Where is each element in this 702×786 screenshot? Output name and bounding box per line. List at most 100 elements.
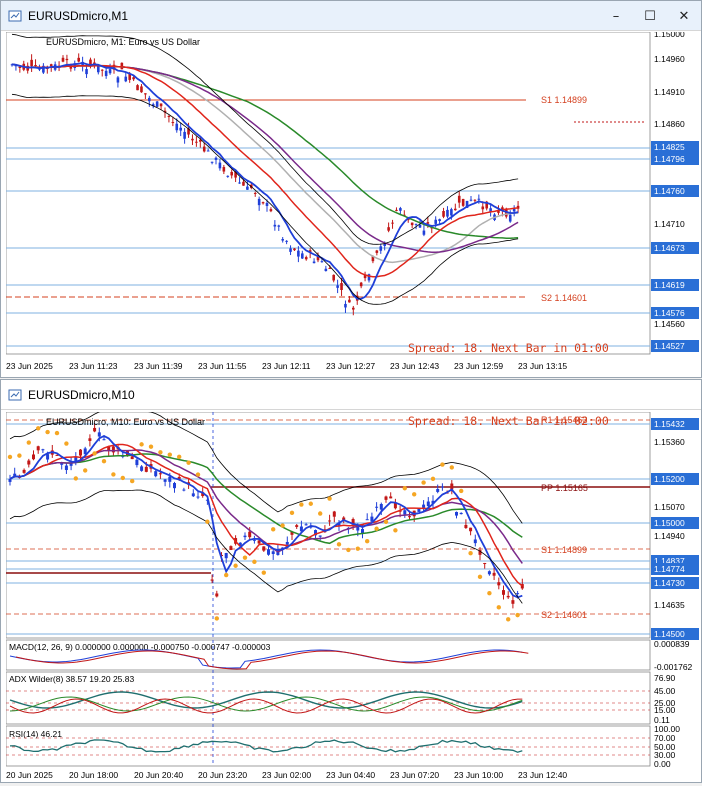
chart-symbol-label: EURUSDmicro, M10: Euro vs US Dollar (46, 417, 205, 427)
candle-body (304, 257, 308, 260)
time-axis-label: 23 Jun 12:43 (390, 361, 439, 371)
price-chart-m10[interactable]: 1.15432 1.15360 1.15200 1.15070 1.15000 1.149… (5, 409, 700, 782)
price-chart-m1[interactable]: 1.15000 1.14960 1.14910 1.14860 1.14825 1.147… (5, 29, 700, 376)
pp-label: PP 1.15165 (541, 483, 588, 493)
candle-body (387, 227, 390, 231)
title-bar[interactable]: EURUSDmicro,M1 – ☐ ✕ (1, 1, 701, 31)
candle-body (144, 466, 148, 472)
candle-body (438, 219, 441, 221)
psar-dot (271, 527, 276, 532)
candle-body (85, 69, 88, 75)
candle-body (65, 58, 69, 61)
psar-dot (327, 496, 332, 501)
psar-dot (83, 468, 88, 473)
chart-canvas-m10[interactable]: 1.15432 1.15360 1.15200 1.15070 1.15000 1.149… (5, 409, 700, 782)
psar-dot (148, 444, 154, 449)
candle-body (41, 449, 45, 451)
candle-body (483, 563, 487, 565)
candle-body (261, 202, 265, 204)
candle-body (269, 209, 273, 212)
candle-body (379, 246, 383, 251)
window-title: EURUSDmicro,M10 (28, 387, 135, 402)
candle-body (312, 261, 316, 264)
candle-body (454, 208, 457, 211)
adx-axis-label: 76.90 (654, 673, 676, 683)
candle-body (265, 202, 269, 207)
s1-label: S1 1.14899 (541, 95, 587, 105)
candle-body (183, 131, 186, 139)
psar-dot (177, 454, 182, 460)
chart-icon (8, 389, 22, 400)
candle-body (32, 454, 35, 460)
candle-body (417, 508, 421, 512)
candle-body (434, 219, 437, 224)
candle-body (285, 240, 288, 242)
candle-body (196, 496, 200, 498)
psar-dot (412, 492, 417, 497)
candle-body (426, 501, 430, 507)
psar-dot (496, 605, 501, 610)
candle-body (344, 303, 347, 308)
price-axis-label: 1.14710 (654, 219, 685, 229)
chart-window-m10[interactable]: EURUSDmicro,M10 1.15432 1.15360 1.15200 1.1… (0, 379, 702, 783)
psar-dot (111, 472, 116, 477)
candle-body (155, 101, 159, 107)
time-axis-label: 23 Jun 02:00 (262, 770, 311, 780)
psar-dot (374, 526, 379, 531)
time-axis-label: 23 Jun 12:40 (518, 770, 567, 780)
price-axis-label: 1.14730 (654, 578, 685, 588)
candle-body (179, 127, 182, 131)
psar-dot (440, 462, 445, 467)
candle-body (248, 531, 252, 538)
candle-body (277, 225, 281, 227)
candle-body (210, 161, 214, 163)
title-bar[interactable]: EURUSDmicro,M10 (1, 380, 701, 410)
candle-body (182, 489, 186, 491)
candle-body (148, 97, 151, 102)
time-axis-label: 23 Jun 07:20 (390, 770, 439, 780)
chart-canvas-m1[interactable]: 1.15000 1.14960 1.14910 1.14860 1.14825 1.147… (5, 29, 700, 376)
candle-body (348, 299, 351, 303)
psar-dot (54, 430, 60, 436)
candle-body (328, 520, 332, 522)
time-axis-label: 23 Jun 2025 (6, 361, 53, 371)
psar-dot (336, 542, 342, 547)
candle-body (210, 579, 214, 581)
candle-body (395, 209, 398, 211)
price-axis-label: 1.15360 (654, 437, 685, 447)
psar-dot (252, 559, 257, 565)
psar-dot (45, 429, 50, 435)
candle-body (116, 77, 120, 83)
candle-body (64, 465, 68, 471)
psar-dot (289, 510, 295, 516)
price-axis-label: 1.14576 (654, 308, 685, 318)
candle-body (97, 65, 100, 73)
minimize-button[interactable]: – (599, 1, 633, 31)
adx-axis-label: 45.00 (654, 686, 676, 696)
psar-dot (299, 502, 304, 507)
candle-body (492, 572, 496, 576)
candle-body (34, 65, 37, 67)
price-axis-label: 1.15000 (654, 518, 685, 528)
price-axis-label: 1.14560 (654, 319, 685, 329)
candle-body (226, 175, 230, 177)
candle-body (206, 150, 210, 152)
candle-body (108, 69, 112, 74)
macd-axis-label: 0.000839 (654, 639, 690, 649)
price-axis-label: 1.14940 (654, 531, 685, 541)
price-axis-label: 1.15432 (654, 419, 685, 429)
candle-body (332, 274, 335, 281)
candle-body (320, 261, 324, 263)
candle-body (461, 198, 465, 206)
psar-dot (130, 478, 135, 484)
candle-body (455, 511, 458, 516)
candle-body (195, 141, 198, 143)
psar-dot (449, 465, 454, 470)
s1-label: S1 1.14899 (541, 545, 587, 555)
chart-window-m1[interactable]: EURUSDmicro,M1 – ☐ ✕ 1.15000 1.14960 1.149… (0, 0, 702, 378)
time-axis-label: 23 Jun 13:15 (518, 361, 567, 371)
psar-dot (515, 612, 520, 618)
maximize-button[interactable]: ☐ (633, 1, 667, 31)
candle-body (191, 493, 195, 497)
close-button[interactable]: ✕ (667, 1, 701, 31)
